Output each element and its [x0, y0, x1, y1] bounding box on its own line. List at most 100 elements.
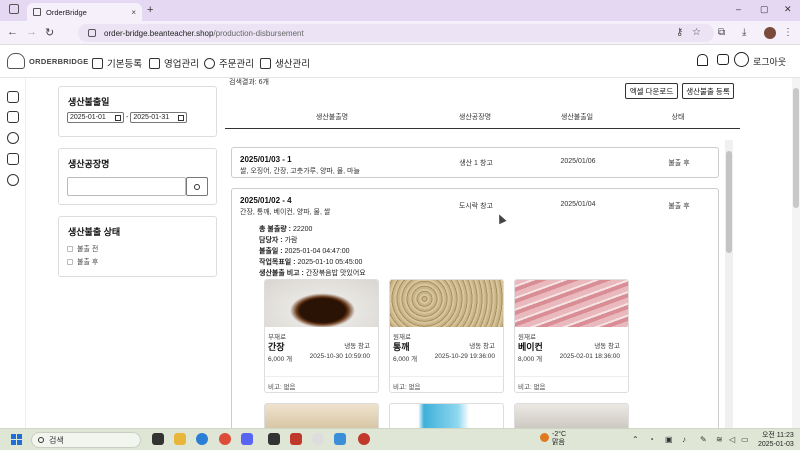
column-header: 생산불출명	[315, 114, 349, 121]
product-note: 비고: 없음	[268, 384, 296, 391]
windows-start-icon[interactable]	[11, 434, 22, 445]
checkbox-box[interactable]	[67, 246, 73, 252]
close-window-button[interactable]: ✕	[784, 4, 792, 15]
product-card-partial[interactable]	[264, 403, 379, 428]
new-tab-button[interactable]: +	[147, 4, 153, 16]
factory-icon[interactable]	[7, 153, 19, 165]
chrome-icon[interactable]	[219, 433, 231, 445]
detail-manager: 담당자 : 가람	[259, 237, 298, 244]
discord-icon[interactable]	[241, 433, 253, 445]
edge-icon[interactable]	[196, 433, 208, 445]
extensions-icon[interactable]: ⧉	[718, 27, 725, 38]
pen-icon[interactable]: ✎	[700, 435, 707, 444]
excel-download-button[interactable]: 엑셀 다운로드	[625, 83, 678, 99]
bell-icon[interactable]	[697, 54, 708, 66]
download-icon[interactable]: ⤓	[742, 27, 746, 38]
handshake-icon[interactable]	[7, 111, 19, 123]
address-bar-row: ← → ↻ order-bridge.beanteacher.shop/prod…	[0, 21, 800, 45]
maximize-button[interactable]: ▢	[760, 4, 769, 15]
task-view-icon[interactable]	[152, 433, 164, 445]
tab-close-button[interactable]: ×	[131, 8, 136, 17]
status-before-checkbox[interactable]: 불출 전	[67, 244, 98, 254]
status-after-checkbox[interactable]: 불출 후	[67, 257, 98, 267]
weather-icon	[540, 433, 549, 442]
forward-button[interactable]: →	[26, 26, 37, 38]
disbursement-items: 쌀, 오징어, 간장, 고춧가루, 양파, 물, 마늘	[240, 168, 360, 175]
taskbar-search-label: 검색	[49, 435, 64, 445]
reload-button[interactable]: ↻	[45, 26, 54, 39]
product-card[interactable]: 원재료 베이컨 냉동 창고 8,000 개 2025-02-01 18:36:0…	[514, 279, 629, 393]
user-icon[interactable]	[734, 52, 749, 67]
minimize-button[interactable]: –	[736, 4, 741, 14]
column-header: 생산공장명	[458, 114, 492, 121]
list-scroll-thumb[interactable]	[726, 151, 732, 253]
menu-label: 기본등록	[107, 59, 142, 70]
browser-menu-icon[interactable]: ⋮	[783, 27, 793, 38]
product-card[interactable]: 원재료 통깨 냉동 창고 6,000 개 2025-10-29 19:36:00…	[389, 279, 504, 393]
app-header: ORDERBRIDGE 기본등록 영업관리 주문관리 생산관리 로그아웃	[0, 45, 800, 78]
tray-app-icon[interactable]: ◔	[649, 435, 654, 444]
app-icon[interactable]	[334, 433, 346, 445]
volume-icon[interactable]: ◁	[729, 435, 735, 444]
edit-icon	[92, 57, 103, 69]
robot-icon[interactable]	[717, 54, 729, 65]
battery-icon[interactable]: ▭	[741, 435, 749, 444]
link-icon[interactable]	[7, 132, 19, 144]
url-field[interactable]: order-bridge.beanteacher.shop/production…	[78, 24, 714, 42]
menu-production[interactable]: 생산관리	[260, 56, 310, 70]
site-info-icon[interactable]	[88, 29, 96, 37]
wifi-icon[interactable]: ≋	[716, 435, 723, 444]
weather-widget[interactable]: -2°C 맑음	[540, 431, 566, 447]
password-key-icon[interactable]: ⚷	[676, 27, 683, 38]
app-logo[interactable]: ORDERBRIDGE	[7, 53, 89, 69]
calendar-icon[interactable]	[115, 114, 121, 121]
chevron-up-icon[interactable]: ⌃	[632, 435, 639, 444]
app-icon[interactable]	[312, 433, 324, 445]
status-filter-title: 생산불출 상태	[68, 227, 121, 237]
tab-search-icon[interactable]	[9, 4, 19, 14]
page-scroll-thumb[interactable]	[793, 88, 799, 208]
start-date-input[interactable]: 2025-01-01	[67, 112, 124, 123]
microphone-icon[interactable]: ♪	[682, 435, 686, 444]
profile-avatar[interactable]	[764, 27, 776, 39]
product-quantity: 6,000 개	[268, 356, 293, 363]
app-icon[interactable]	[290, 433, 302, 445]
factory-filter-panel: 생산공장명	[58, 148, 217, 205]
menu-orders[interactable]: 주문관리	[204, 56, 254, 70]
product-card-partial[interactable]	[389, 403, 504, 428]
menu-sales[interactable]: 영업관리	[149, 56, 199, 70]
back-button[interactable]: ←	[7, 26, 18, 38]
product-note: 비고: 없음	[393, 384, 421, 391]
search-icon	[38, 437, 44, 443]
app-icon[interactable]	[358, 433, 370, 445]
product-name: 통깨	[393, 342, 410, 352]
factory-search-input[interactable]	[67, 177, 186, 196]
product-card-partial[interactable]	[514, 403, 629, 428]
browser-tab[interactable]: OrderBridge ×	[27, 3, 142, 21]
factory-filter-title: 생산공장명	[68, 159, 110, 169]
checkbox-label: 불출 후	[77, 259, 99, 266]
file-explorer-icon[interactable]	[174, 433, 186, 445]
product-card[interactable]: 부재료 간장 냉동 창고 6,000 개 2025-10-30 10:59:00…	[264, 279, 379, 393]
factory-search-button[interactable]	[186, 177, 208, 196]
end-date-value: 2025-01-31	[133, 114, 170, 121]
bookmark-star-icon[interactable]: ☆	[692, 27, 701, 38]
edit-icon[interactable]	[7, 91, 19, 103]
menu-basic-registration[interactable]: 기본등록	[92, 56, 142, 70]
table-row[interactable]: 2025/01/03 - 1 쌀, 오징어, 간장, 고춧가루, 양파, 물, …	[231, 147, 719, 178]
disbursement-details: 총 불출량 : 22200 담당자 : 가람 불출일 : 2025-01-04 …	[259, 224, 366, 279]
list-scrollbar[interactable]	[725, 140, 733, 428]
product-quantity: 8,000 개	[518, 356, 543, 363]
palette-icon[interactable]	[7, 174, 19, 186]
app-icon[interactable]	[268, 433, 280, 445]
product-warehouse: 냉동 창고	[344, 343, 370, 350]
logout-link[interactable]: 로그아웃	[753, 55, 786, 68]
taskbar-search[interactable]: 검색	[31, 432, 141, 448]
page-scrollbar[interactable]	[792, 78, 800, 428]
calendar-icon[interactable]	[178, 114, 185, 121]
checkbox-box[interactable]	[67, 259, 73, 265]
end-date-input[interactable]: 2025-01-31	[130, 112, 188, 123]
tray-app-icon[interactable]: ▣	[665, 435, 673, 444]
taskbar-clock[interactable]: 오전 11:23 2025-01-03	[758, 431, 794, 449]
register-disbursement-button[interactable]: 생산불출 등록	[682, 83, 734, 99]
